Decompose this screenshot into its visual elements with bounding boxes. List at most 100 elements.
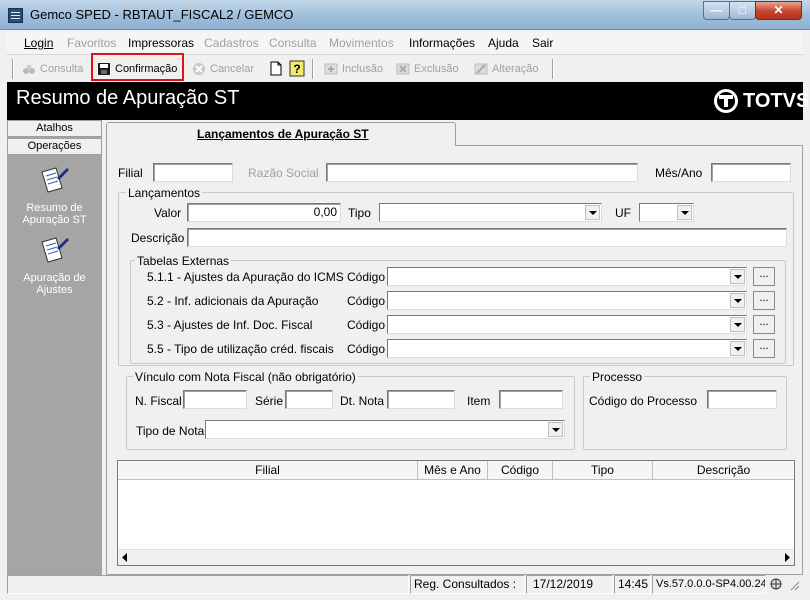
tabela-row-label: 5.5 - Tipo de utilização créd. fiscais <box>147 342 334 356</box>
filial-label: Filial <box>118 166 143 180</box>
exclusao-button[interactable]: Exclusão <box>396 60 459 78</box>
tipo-nota-label: Tipo de Nota <box>136 424 205 438</box>
column-descricao[interactable]: Descrição <box>653 461 794 480</box>
apuracao-ajustes-icon <box>41 237 69 263</box>
status-bar: Reg. Consultados : 17/12/2019 14:45 Vs.5… <box>7 575 803 594</box>
totvs-logo-icon <box>714 89 738 113</box>
toolbar-separator <box>312 59 314 79</box>
menu-cadastros[interactable]: Cadastros <box>204 36 259 50</box>
tabelas-externas-title: Tabelas Externas <box>135 254 232 268</box>
consulta-label: Consulta <box>40 63 84 75</box>
lookup-button[interactable]: ... <box>753 339 775 358</box>
valor-label: Valor <box>154 206 182 220</box>
filial-input[interactable] <box>153 163 233 182</box>
descricao-label: Descrição <box>131 231 185 245</box>
left-panel: Atalhos Operações Resumo de Apuração ST … <box>7 120 102 575</box>
cancelar-button[interactable]: Cancelar <box>192 60 254 78</box>
codigo-label: Código <box>347 318 386 332</box>
menu-impressoras[interactable]: Impressoras <box>128 36 194 50</box>
n-fiscal-label: N. Fiscal <box>135 394 182 408</box>
edit-record-icon <box>474 63 488 75</box>
razao-social-input[interactable] <box>326 163 638 182</box>
delete-record-icon <box>396 63 410 75</box>
scroll-left-icon[interactable] <box>121 553 129 562</box>
tabela-row-label: 5.2 - Inf. adicionais da Apuração <box>147 294 319 308</box>
network-icon <box>770 578 782 590</box>
maximize-button[interactable]: □ <box>729 1 756 20</box>
cancelar-label: Cancelar <box>210 63 255 75</box>
codigo-select-inf-adicionais[interactable] <box>387 291 747 310</box>
menu-movimentos[interactable]: Movimentos <box>329 36 394 50</box>
menu-ajuda[interactable]: Ajuda <box>488 36 519 50</box>
tab-lancamentos-label: Lançamentos de Apuração ST <box>197 127 369 141</box>
column-filial[interactable]: Filial <box>118 461 418 480</box>
binoculars-icon <box>23 65 35 74</box>
inclusao-button[interactable]: Inclusão <box>324 60 383 78</box>
lookup-button[interactable]: ... <box>753 315 775 334</box>
tabela-row-label: 5.3 - Ajustes de Inf. Doc. Fiscal <box>147 318 313 332</box>
resumo-apuracao-item[interactable]: Resumo de Apuração ST <box>7 202 102 226</box>
descricao-input[interactable] <box>187 228 787 247</box>
resize-grip-icon[interactable] <box>788 579 800 591</box>
tipo-nota-select[interactable] <box>205 420 565 439</box>
column-tipo[interactable]: Tipo <box>553 461 653 480</box>
status-message <box>7 575 409 594</box>
minimize-button[interactable]: — <box>703 1 730 20</box>
tipo-select[interactable] <box>379 203 602 222</box>
tabela-row-label: 5.1.1 - Ajustes da Apuração do ICMS <box>147 270 344 284</box>
confirmacao-highlight <box>91 53 184 81</box>
resumo-apuracao-line2: Apuração ST <box>22 214 87 226</box>
consulta-button[interactable]: Consulta <box>22 60 83 78</box>
tab-operacoes[interactable]: Operações <box>7 138 102 155</box>
alteracao-label: Alteração <box>492 63 539 75</box>
menu-bar: Login Favoritos Impressoras Cadastros Co… <box>7 31 803 55</box>
item-input[interactable] <box>499 390 563 409</box>
mes-ano-input[interactable] <box>711 163 791 182</box>
close-button[interactable]: ✕ <box>755 1 802 20</box>
toolbar-separator <box>552 59 554 79</box>
lookup-button[interactable]: ... <box>753 291 775 310</box>
uf-select[interactable] <box>639 203 694 222</box>
apuracao-ajustes-line2: Ajustes <box>36 284 73 296</box>
lancamentos-grid[interactable]: Filial Mês e Ano Código Tipo Descrição <box>117 460 795 566</box>
scroll-right-icon[interactable] <box>783 553 791 562</box>
window-title: Gemco SPED - RBTAUT_FISCAL2 / GEMCO <box>30 7 294 22</box>
serie-label: Série <box>255 394 284 408</box>
column-mes-ano[interactable]: Mês e Ano <box>418 461 488 480</box>
inclusao-label: Inclusão <box>342 63 383 75</box>
codigo-select-tipo-utilizacao[interactable] <box>387 339 747 358</box>
serie-input[interactable] <box>285 390 333 409</box>
lookup-button[interactable]: ... <box>753 267 775 286</box>
menu-consulta[interactable]: Consulta <box>269 36 316 50</box>
status-time: 14:45 <box>614 575 651 594</box>
razao-social-label: Razão Social <box>248 166 319 180</box>
codigo-select-ajustes-doc-fiscal[interactable] <box>387 315 747 334</box>
tab-atalhos[interactable]: Atalhos <box>7 120 102 137</box>
resumo-apuracao-icon <box>41 167 69 193</box>
chevron-down-icon <box>677 205 692 220</box>
apuracao-ajustes-item[interactable]: Apuração de Ajustes <box>7 272 102 296</box>
menu-login[interactable]: Login <box>24 36 53 50</box>
dt-nota-input[interactable] <box>387 390 455 409</box>
column-codigo[interactable]: Código <box>488 461 553 480</box>
toolbar-separator <box>12 59 14 79</box>
document-icon <box>270 61 282 76</box>
status-date: 17/12/2019 <box>526 575 613 594</box>
codigo-label: Código <box>347 342 386 356</box>
item-label: Item <box>467 394 491 408</box>
codigo-select-ajustes-icms[interactable] <box>387 267 747 286</box>
valor-input[interactable]: 0,00 <box>187 203 341 222</box>
chevron-down-icon <box>730 269 745 284</box>
codigo-processo-input[interactable] <box>707 390 777 409</box>
menu-favoritos[interactable]: Favoritos <box>67 36 116 50</box>
n-fiscal-input[interactable] <box>183 390 247 409</box>
chevron-down-icon <box>585 205 600 220</box>
menu-informacoes[interactable]: Informações <box>409 36 475 50</box>
add-record-icon <box>324 63 338 75</box>
horizontal-scrollbar[interactable] <box>118 549 794 565</box>
chevron-down-icon <box>730 317 745 332</box>
codigo-label: Código <box>347 270 386 284</box>
alteracao-button[interactable]: Alteração <box>474 60 538 78</box>
menu-sair[interactable]: Sair <box>532 36 553 50</box>
chevron-down-icon <box>730 293 745 308</box>
